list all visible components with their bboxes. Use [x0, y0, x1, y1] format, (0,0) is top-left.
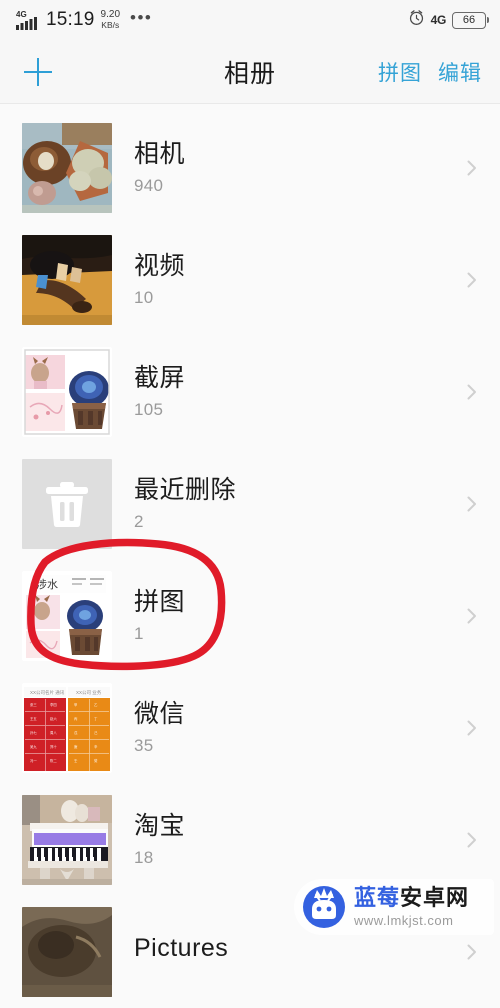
watermark-text: 蓝莓安卓网 www.lmkjst.com [354, 887, 469, 928]
signal-bars-icon: 4G [16, 9, 40, 31]
svg-text:XX公司名片 通讯: XX公司名片 通讯 [30, 689, 65, 696]
status-bar-network-label: 4G [430, 13, 447, 27]
album-name: Pictures [134, 933, 229, 962]
album-thumbnail: 涉水 [22, 571, 112, 661]
chevron-right-icon[interactable] [462, 494, 482, 514]
battery-level: 66 [462, 14, 476, 26]
svg-text:陈二: 陈二 [50, 758, 57, 763]
svg-text:涉水: 涉水 [36, 577, 58, 591]
battery-icon: 66 [452, 11, 489, 29]
album-list: 相机 940 视频 10 截屏 105 最近删除 2 涉水 拼图 1 XX公司名… [0, 104, 500, 1008]
svg-text:王五: 王五 [30, 717, 37, 721]
album-info: 微信 35 [134, 700, 185, 757]
watermark-name: 蓝莓安卓网 [354, 887, 469, 909]
status-bar: 4G 15:19 9.20 KB/s ••• 4G 66 [0, 0, 500, 40]
album-count: 940 [134, 176, 164, 196]
chevron-right-icon[interactable] [462, 942, 482, 962]
album-info: 视频 10 [134, 252, 185, 309]
svg-text:冯一: 冯一 [30, 758, 37, 763]
album-name: 视频 [134, 251, 186, 280]
album-count: 105 [134, 400, 164, 420]
album-info: Pictures [134, 934, 228, 971]
network-speed-value: 9.20 [100, 9, 121, 21]
edit-button[interactable]: 编辑 [438, 57, 482, 87]
status-bar-overflow-icon: ••• [130, 7, 153, 27]
album-thumbnail: XX公司名片 通讯 XX公司 业务 张三 李四 王五 赵六 孙七 周八 吴九 郑… [22, 683, 112, 773]
album-count: 35 [134, 736, 154, 756]
album-name: 最近删除 [134, 475, 237, 504]
svg-text:张三: 张三 [30, 702, 37, 707]
collage-button[interactable]: 拼图 [378, 57, 422, 87]
album-info: 最近删除 2 [134, 476, 236, 533]
svg-text:4G: 4G [16, 10, 27, 19]
album-info: 截屏 105 [134, 364, 185, 421]
table-row[interactable]: 相机 940 [0, 112, 500, 224]
album-name: 淘宝 [134, 811, 186, 840]
app-header: 相册 拼图 编辑 [0, 40, 500, 103]
header-actions: 拼图 编辑 [378, 57, 482, 87]
album-name: 截屏 [134, 363, 186, 392]
alarm-clock-icon [408, 9, 425, 31]
table-row[interactable]: 涉水 拼图 1 [0, 560, 500, 672]
status-bar-left: 4G 15:19 9.20 KB/s ••• [16, 9, 152, 31]
trash-icon [44, 479, 90, 529]
album-thumbnail [22, 907, 112, 997]
table-row[interactable]: 截屏 105 [0, 336, 500, 448]
chevron-right-icon[interactable] [462, 158, 482, 178]
album-name: 相机 [134, 139, 186, 168]
chevron-right-icon[interactable] [462, 382, 482, 402]
album-count: 18 [134, 848, 154, 868]
svg-text:郑十: 郑十 [50, 744, 57, 749]
album-thumbnail [22, 795, 112, 885]
chevron-right-icon[interactable] [462, 718, 482, 738]
album-thumbnail [22, 123, 112, 213]
svg-text:XX公司 业务: XX公司 业务 [76, 689, 102, 696]
svg-text:周八: 周八 [50, 730, 57, 735]
chevron-right-icon[interactable] [462, 830, 482, 850]
watermark-name-secondary: 安卓网 [400, 885, 470, 910]
plus-icon[interactable] [20, 54, 56, 90]
watermark-url: www.lmkjst.com [354, 913, 454, 928]
chevron-right-icon[interactable] [462, 606, 482, 626]
album-count: 1 [134, 624, 144, 644]
svg-text:吴九: 吴九 [30, 744, 37, 749]
album-thumbnail [22, 347, 112, 437]
table-row[interactable]: XX公司名片 通讯 XX公司 业务 张三 李四 王五 赵六 孙七 周八 吴九 郑… [0, 672, 500, 784]
status-bar-time: 15:19 [46, 9, 95, 30]
network-speed-unit: KB/s [101, 20, 120, 31]
album-info: 拼图 1 [134, 588, 185, 645]
album-count: 10 [134, 288, 154, 308]
watermark-name-primary: 蓝莓 [354, 885, 401, 910]
table-row[interactable]: 视频 10 [0, 224, 500, 336]
watermark: 蓝莓安卓网 www.lmkjst.com [294, 879, 494, 935]
network-speed: 9.20 KB/s [101, 10, 120, 30]
svg-text:孙七: 孙七 [30, 730, 37, 735]
album-thumbnail [22, 235, 112, 325]
album-name: 微信 [134, 699, 186, 728]
chevron-right-icon[interactable] [462, 270, 482, 290]
svg-text:赵六: 赵六 [50, 716, 57, 721]
blueberry-android-logo-icon [302, 885, 346, 929]
album-info: 淘宝 18 [134, 812, 185, 869]
album-name: 拼图 [134, 587, 186, 616]
svg-text:甲: 甲 [74, 703, 77, 707]
status-bar-right: 4G 66 [408, 9, 489, 31]
album-count: 2 [134, 512, 144, 532]
table-row[interactable]: 最近删除 2 [0, 448, 500, 560]
album-info: 相机 940 [134, 140, 185, 197]
svg-text:李四: 李四 [50, 702, 57, 707]
album-thumbnail [22, 459, 112, 549]
